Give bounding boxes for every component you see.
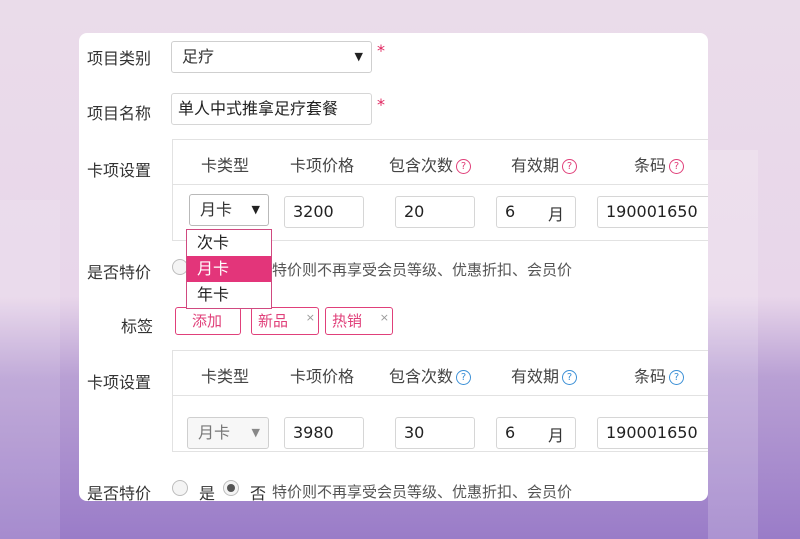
header-barcode-text: 条码	[634, 156, 667, 175]
project-name-input[interactable]: 单人中式推拿足疗套餐	[171, 93, 372, 125]
special-label: 是否特价	[87, 263, 152, 282]
name-label: 项目名称	[87, 104, 152, 123]
header-card-type: 卡类型	[201, 156, 250, 175]
price-input[interactable]: 3980	[284, 417, 364, 449]
background-block-right	[708, 150, 758, 539]
special-no-label: 否	[250, 484, 267, 501]
dropdown-option[interactable]: 年卡	[187, 282, 271, 308]
tag-label: 新品	[258, 312, 289, 330]
card-settings-table: 卡类型 卡项价格 包含次数? 有效期? 条码? 月卡 ▼ 3980 30 6 月…	[172, 350, 708, 452]
header-count: 包含次数?	[389, 363, 472, 387]
chevron-down-icon: ▼	[354, 50, 363, 63]
count-input[interactable]: 20	[395, 196, 475, 228]
header-price: 卡项价格	[290, 156, 355, 175]
special-yes-radio[interactable]	[172, 480, 188, 496]
card-settings-label: 卡项设置	[87, 161, 152, 180]
add-tag-button[interactable]: 添加	[175, 307, 241, 335]
help-icon[interactable]: ?	[456, 159, 472, 174]
add-tag-label: 添加	[192, 312, 223, 330]
header-validity-text: 有效期	[511, 367, 560, 386]
chevron-down-icon: ▼	[251, 203, 260, 216]
count-input[interactable]: 30	[395, 417, 475, 449]
category-select[interactable]: 足疗 ▼	[171, 41, 372, 73]
help-icon[interactable]: ?	[456, 370, 472, 385]
special-label: 是否特价	[87, 484, 152, 501]
header-count-text: 包含次数	[389, 367, 454, 386]
barcode-input[interactable]: 190001650	[597, 196, 708, 228]
help-icon[interactable]: ?	[562, 370, 578, 385]
project-form-panel: 项目类别 足疗 ▼ * 项目名称 单人中式推拿足疗套餐 * 卡项设置 卡类型 卡…	[79, 33, 708, 501]
help-icon[interactable]: ?	[669, 370, 685, 385]
help-icon[interactable]: ?	[562, 159, 578, 174]
dropdown-option[interactable]: 次卡	[187, 230, 271, 256]
category-select-value: 足疗	[182, 47, 215, 66]
background-block-left	[0, 200, 60, 539]
card-type-value: 月卡	[200, 200, 233, 219]
card-settings-table: 卡类型 卡项价格 包含次数? 有效期? 条码? 月卡 ▼ 3200 20 6 月…	[172, 139, 708, 241]
close-icon[interactable]: ×	[306, 305, 315, 331]
card-type-dropdown: 次卡 月卡 年卡	[186, 229, 272, 309]
card-settings-label: 卡项设置	[87, 373, 152, 392]
header-barcode-text: 条码	[634, 367, 667, 386]
header-validity: 有效期?	[511, 363, 578, 387]
header-validity-text: 有效期	[511, 156, 560, 175]
special-hint: 特价则不再享受会员等级、优惠折扣、会员价	[272, 261, 573, 279]
tag-new: 新品 ×	[251, 307, 319, 335]
chevron-down-icon: ▼	[251, 426, 260, 439]
header-barcode: 条码?	[634, 363, 685, 387]
tag-label: 热销	[332, 312, 363, 330]
table-header: 卡类型 卡项价格 包含次数? 有效期? 条码?	[173, 351, 708, 396]
card-type-value: 月卡	[198, 423, 231, 442]
special-yes-label: 是	[199, 484, 216, 501]
close-icon[interactable]: ×	[380, 305, 389, 331]
special-hint: 特价则不再享受会员等级、优惠折扣、会员价	[272, 483, 573, 501]
category-label: 项目类别	[87, 49, 152, 68]
header-barcode: 条码?	[634, 152, 685, 176]
header-price: 卡项价格	[290, 367, 355, 386]
price-input[interactable]: 3200	[284, 196, 364, 228]
header-card-type: 卡类型	[201, 367, 250, 386]
table-header: 卡类型 卡项价格 包含次数? 有效期? 条码?	[173, 140, 708, 185]
validity-unit: 月	[548, 426, 565, 445]
barcode-input[interactable]: 190001650	[597, 417, 708, 449]
header-validity: 有效期?	[511, 152, 578, 176]
card-type-select[interactable]: 月卡 ▼	[187, 417, 269, 449]
tags-label: 标签	[121, 317, 154, 336]
header-count-text: 包含次数	[389, 156, 454, 175]
dropdown-option-selected[interactable]: 月卡	[187, 256, 271, 282]
special-no-radio[interactable]	[223, 480, 239, 496]
header-count: 包含次数?	[389, 152, 472, 176]
tag-hot: 热销 ×	[325, 307, 393, 335]
card-type-select[interactable]: 月卡 ▼	[189, 194, 269, 226]
required-mark: *	[377, 41, 385, 60]
required-mark: *	[377, 95, 385, 114]
help-icon[interactable]: ?	[669, 159, 685, 174]
validity-unit: 月	[548, 205, 565, 224]
